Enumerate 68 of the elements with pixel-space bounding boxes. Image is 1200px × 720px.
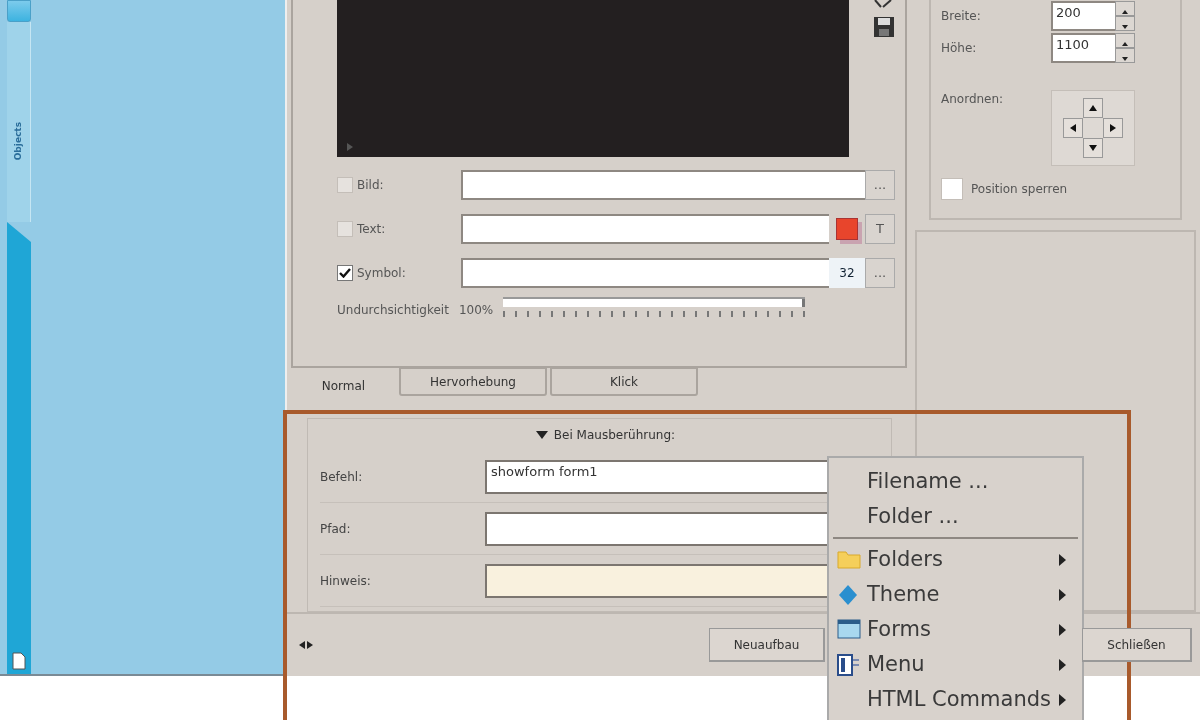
up-arrow-icon	[1122, 9, 1128, 14]
input-field[interactable]	[461, 214, 829, 244]
field-label: Breite:	[941, 8, 982, 25]
down-arrow-button[interactable]	[1083, 138, 1103, 158]
folder-icon	[837, 549, 861, 569]
field-label: Höhe:	[941, 40, 978, 57]
close-button[interactable]: Schließen	[1082, 628, 1192, 662]
sidebar-tab-label[interactable]: Objects	[11, 122, 26, 161]
submenu-arrow-icon	[1059, 553, 1066, 566]
input-field[interactable]	[461, 258, 829, 288]
diamond-icon	[837, 584, 859, 606]
field-label: Pfad:	[320, 520, 352, 538]
menu-item[interactable]: Forms	[833, 612, 1082, 647]
submenu-arrow-icon	[1059, 588, 1066, 601]
expand-arrow-icon	[347, 143, 353, 151]
rebuild-button[interactable]: Neuaufbau	[709, 628, 825, 662]
down-arrow-icon	[1122, 24, 1128, 29]
browse-button[interactable]: ...	[865, 258, 895, 288]
checkbox[interactable]	[337, 177, 353, 193]
tab[interactable]: Hervorhebung	[399, 368, 547, 396]
spin-down-button[interactable]	[1115, 16, 1135, 31]
left-arrow-icon	[1070, 124, 1076, 132]
browse-button[interactable]: ...	[865, 170, 895, 200]
spin-down-button[interactable]	[1115, 48, 1135, 63]
section-title: Bei Mausberührung:	[553, 427, 676, 444]
left-arrow-button[interactable]	[1063, 118, 1083, 138]
checkbox-label: Position sperren	[971, 181, 1068, 198]
spin-up-button[interactable]	[1115, 33, 1135, 48]
field-label: Hinweis:	[320, 572, 372, 590]
right-arrow-button[interactable]	[1103, 118, 1123, 138]
checkbox-label: Text:	[357, 221, 386, 238]
number-field[interactable]: 1100	[1051, 33, 1115, 63]
collapse-caret-icon[interactable]	[535, 431, 548, 439]
tab[interactable]: Klick	[550, 368, 698, 396]
up-arrow-button[interactable]	[1083, 98, 1103, 118]
checkbox[interactable]	[337, 221, 353, 237]
resize-arrows-icon[interactable]	[299, 641, 313, 649]
spin-up-button[interactable]	[1115, 1, 1135, 16]
checkbox[interactable]	[941, 178, 963, 200]
size-field[interactable]: 32	[829, 258, 865, 288]
up-arrow-icon	[1089, 105, 1097, 111]
tab[interactable]: Normal	[291, 368, 396, 396]
save-icon[interactable]	[873, 16, 895, 38]
checkbox-label: Bild:	[357, 177, 384, 194]
opacity-reading: 100%	[458, 302, 494, 319]
submenu-arrow-icon	[1059, 693, 1066, 706]
down-arrow-icon	[1122, 56, 1128, 61]
menu-item[interactable]: Menu	[833, 647, 1082, 682]
checkbox-label: Symbol:	[357, 265, 406, 282]
page-icon	[12, 652, 26, 670]
down-arrow-icon	[1089, 145, 1097, 151]
menu-item[interactable]: Folder ...	[833, 499, 1082, 534]
right-arrow-icon	[1110, 124, 1116, 132]
submenu-arrow-icon	[1059, 658, 1066, 671]
menu-item[interactable]: HTML Commands	[833, 682, 1082, 717]
menu-window-icon	[837, 654, 861, 676]
menu-item[interactable]: Folders	[833, 542, 1082, 577]
browse-button[interactable]: T	[865, 214, 895, 244]
checkbox[interactable]	[337, 265, 353, 281]
input-field[interactable]	[461, 170, 865, 200]
up-arrow-icon	[1122, 41, 1128, 46]
arrange-label: Anordnen:	[941, 91, 1005, 108]
number-field[interactable]: 200	[1051, 1, 1115, 31]
opacity-label: Undurchsichtigkeit	[337, 302, 449, 319]
field-label: Befehl:	[320, 468, 364, 486]
menu-item[interactable]: Theme	[833, 577, 1082, 612]
submenu-arrow-icon	[1059, 623, 1066, 636]
window-icon	[837, 619, 861, 639]
